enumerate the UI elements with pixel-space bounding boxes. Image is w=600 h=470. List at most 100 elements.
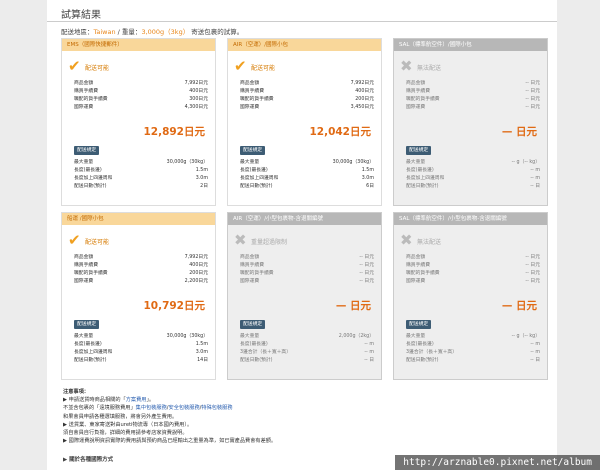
shipping-option-card: 船運 /國際小包 ✔ 配送可能 商品金額 7,992日元 購買手續費 400日元 職配的貨手續… bbox=[61, 212, 216, 380]
notes-line-4: ▶ 送貨業、東家寄送對由ureti物流專（日本國內費用）。 bbox=[63, 421, 193, 428]
shipping-option-card: SAL（標準航空件）/小型包裹物-含退關編號 ✖ 無法配送 商品金額 -- 日元 購買手續… bbox=[393, 212, 548, 380]
total-price: — 日元 bbox=[501, 300, 537, 312]
total-price: 12,042日元 bbox=[309, 126, 371, 138]
spec-value: -- 日 bbox=[530, 184, 540, 189]
spec-row: 3邊合計（長＋寬＋高） -- m bbox=[240, 349, 374, 357]
fee-label: 國際運費 bbox=[240, 105, 260, 110]
spec-label: 最大重量 bbox=[406, 160, 426, 165]
spec-value: -- 日 bbox=[530, 358, 540, 363]
fee-row: 職配的貨手續費 -- 日元 bbox=[406, 270, 540, 278]
shipping-rules-button[interactable]: 配送規定 bbox=[240, 320, 266, 329]
safe-packing-link[interactable]: 安全包裝服務 bbox=[169, 405, 200, 411]
spec-label: 最大重量 bbox=[74, 160, 94, 165]
fee-label: 職配的貨手續費 bbox=[74, 97, 108, 102]
spec-list: 最大重量 -- g（-- kg） 長度(最長邊) -- m 3邊合計（長＋寬＋高） -- … bbox=[406, 333, 540, 365]
fee-value: -- 日元 bbox=[525, 89, 540, 94]
title-divider bbox=[47, 21, 557, 22]
spec-label: 長度加上四邊周和 bbox=[240, 176, 279, 181]
spec-value: 30,000g（30kg） bbox=[332, 160, 374, 165]
spec-list: 最大重量 30,000g（30kg） 長度(最長邊) 1.5m 長度加上四邊周和 3.0m… bbox=[74, 159, 208, 191]
fee-value: -- 日元 bbox=[359, 255, 374, 260]
shipping-rules-button[interactable]: 配送規定 bbox=[240, 146, 266, 155]
spec-row: 長度(最長邊) 1.5m bbox=[240, 167, 374, 175]
spec-value: 30,000g（30kg） bbox=[166, 160, 208, 165]
fee-label: 國際運費 bbox=[74, 279, 94, 284]
shipping-option-card: AIR（空運）/國際小包 ✔ 配送可能 商品金額 7,992日元 購買手續費 400日元 職配… bbox=[227, 38, 382, 206]
spec-value: 3.0m bbox=[361, 176, 374, 181]
plan-fee-link[interactable]: 方案費用 bbox=[126, 397, 147, 403]
spec-value: 3.0m bbox=[195, 176, 208, 181]
spec-label: 長度(最長邊) bbox=[74, 342, 102, 347]
spec-value: 2日 bbox=[200, 184, 208, 189]
fee-value: -- 日元 bbox=[359, 279, 374, 284]
fee-value: 7,992日元 bbox=[350, 81, 374, 86]
spec-label: 配送日數(預計) bbox=[240, 358, 273, 363]
cross-icon: ✖ bbox=[234, 231, 247, 249]
spec-value: -- g（-- kg） bbox=[511, 160, 540, 165]
option-name: AIR（空運）/國際小包 bbox=[228, 39, 381, 51]
fee-label: 購買手續費 bbox=[406, 89, 430, 94]
spec-row: 最大重量 2,000g（2kg） bbox=[240, 333, 374, 341]
status-label: 無法配送 bbox=[417, 239, 442, 246]
spec-row: 最大重量 30,000g（30kg） bbox=[74, 333, 208, 341]
fee-value: 400日元 bbox=[189, 89, 208, 94]
fee-value: -- 日元 bbox=[525, 271, 540, 276]
fee-label: 職配的貨手續費 bbox=[406, 271, 440, 276]
fee-value: 7,992日元 bbox=[184, 81, 208, 86]
spec-row: 最大重量 -- g（-- kg） bbox=[406, 333, 540, 341]
status-label: 配送可能 bbox=[251, 65, 276, 72]
shipping-rules-button[interactable]: 配送規定 bbox=[74, 146, 100, 155]
spec-row: 最大重量 -- g（-- kg） bbox=[406, 159, 540, 167]
spec-label: 長度(最長邊) bbox=[406, 342, 434, 347]
results-page: 試算結果 配送地區：Taiwan / 重量：3,000g（3kg） 寄送包裹的試… bbox=[47, 0, 557, 470]
fee-value: 7,992日元 bbox=[184, 255, 208, 260]
spec-label: 長度(最長邊) bbox=[240, 168, 268, 173]
special-packing-link[interactable]: 特殊包裝服務 bbox=[201, 405, 232, 411]
shipping-methods-link[interactable]: ▶ 關於各種國際方式 bbox=[63, 455, 113, 463]
notes-heading: 注意事項： bbox=[63, 389, 89, 395]
spec-label: 最大重量 bbox=[240, 160, 260, 165]
fee-row: 商品金額 -- 日元 bbox=[406, 254, 540, 262]
fee-value: -- 日元 bbox=[525, 263, 540, 268]
fee-row: 商品金額 7,992日元 bbox=[240, 80, 374, 88]
spec-label: 長度(最長邊) bbox=[240, 342, 268, 347]
fee-label: 國際運費 bbox=[406, 105, 426, 110]
shipping-rules-button[interactable]: 配送規定 bbox=[74, 320, 100, 329]
availability-status: ✖ 重量超過限制 bbox=[234, 231, 374, 249]
notes-line-2a: 不並含包裹的「遠境服務費用」 bbox=[63, 405, 136, 412]
fee-value: 3,450日元 bbox=[350, 105, 374, 110]
consolidated-packing-link[interactable]: 集中包裝服務 bbox=[136, 405, 167, 411]
fee-row: 商品金額 -- 日元 bbox=[406, 80, 540, 88]
status-label: 無法配送 bbox=[417, 65, 442, 72]
spec-row: 配送日數(預計) 2日 bbox=[74, 183, 208, 191]
total-price: — 日元 bbox=[501, 126, 537, 138]
spec-label: 長度加上四邊周和 bbox=[74, 176, 113, 181]
fee-row: 購買手續費 400日元 bbox=[74, 88, 208, 96]
check-icon: ✔ bbox=[68, 57, 81, 75]
fee-value: -- 日元 bbox=[359, 263, 374, 268]
fee-label: 國際運費 bbox=[74, 105, 94, 110]
fee-row: 國際運費 4,300日元 bbox=[74, 104, 208, 112]
spec-row: 長度(最長邊) 1.5m bbox=[74, 341, 208, 349]
summary-mid: / 重量： bbox=[115, 28, 142, 36]
fee-row: 購買手續費 400日元 bbox=[240, 88, 374, 96]
shipping-rules-button[interactable]: 配送規定 bbox=[406, 320, 432, 329]
fee-label: 購買手續費 bbox=[240, 263, 264, 268]
spec-label: 長度(最長邊) bbox=[74, 168, 102, 173]
fee-label: 購買手續費 bbox=[406, 263, 430, 268]
fee-label: 職配的貨手續費 bbox=[240, 271, 274, 276]
fee-row: 國際運費 3,450日元 bbox=[240, 104, 374, 112]
status-label: 重量超過限制 bbox=[251, 239, 288, 246]
fee-value: -- 日元 bbox=[359, 271, 374, 276]
fee-value: 2,200日元 bbox=[184, 279, 208, 284]
spec-row: 配送日數(預計) -- 日 bbox=[406, 357, 540, 365]
shipping-rules-button[interactable]: 配送規定 bbox=[406, 146, 432, 155]
fee-breakdown: 商品金額 7,992日元 購買手續費 400日元 職配的貨手續費 200日元 國際運費 3,4… bbox=[240, 80, 374, 112]
fee-label: 商品金額 bbox=[240, 255, 260, 260]
option-name: SAL（標準航空件）/小型包裹物-含退關編號 bbox=[394, 213, 547, 225]
spec-value: -- m bbox=[530, 342, 540, 347]
fee-breakdown: 商品金額 -- 日元 購買手續費 -- 日元 職配的貨手續費 -- 日元 國際運費 -- 日元 bbox=[406, 80, 540, 112]
fee-value: 400日元 bbox=[355, 89, 374, 94]
availability-status: ✔ 配送可能 bbox=[68, 231, 208, 249]
spec-row: 配送日數(預計) 14日 bbox=[74, 357, 208, 365]
